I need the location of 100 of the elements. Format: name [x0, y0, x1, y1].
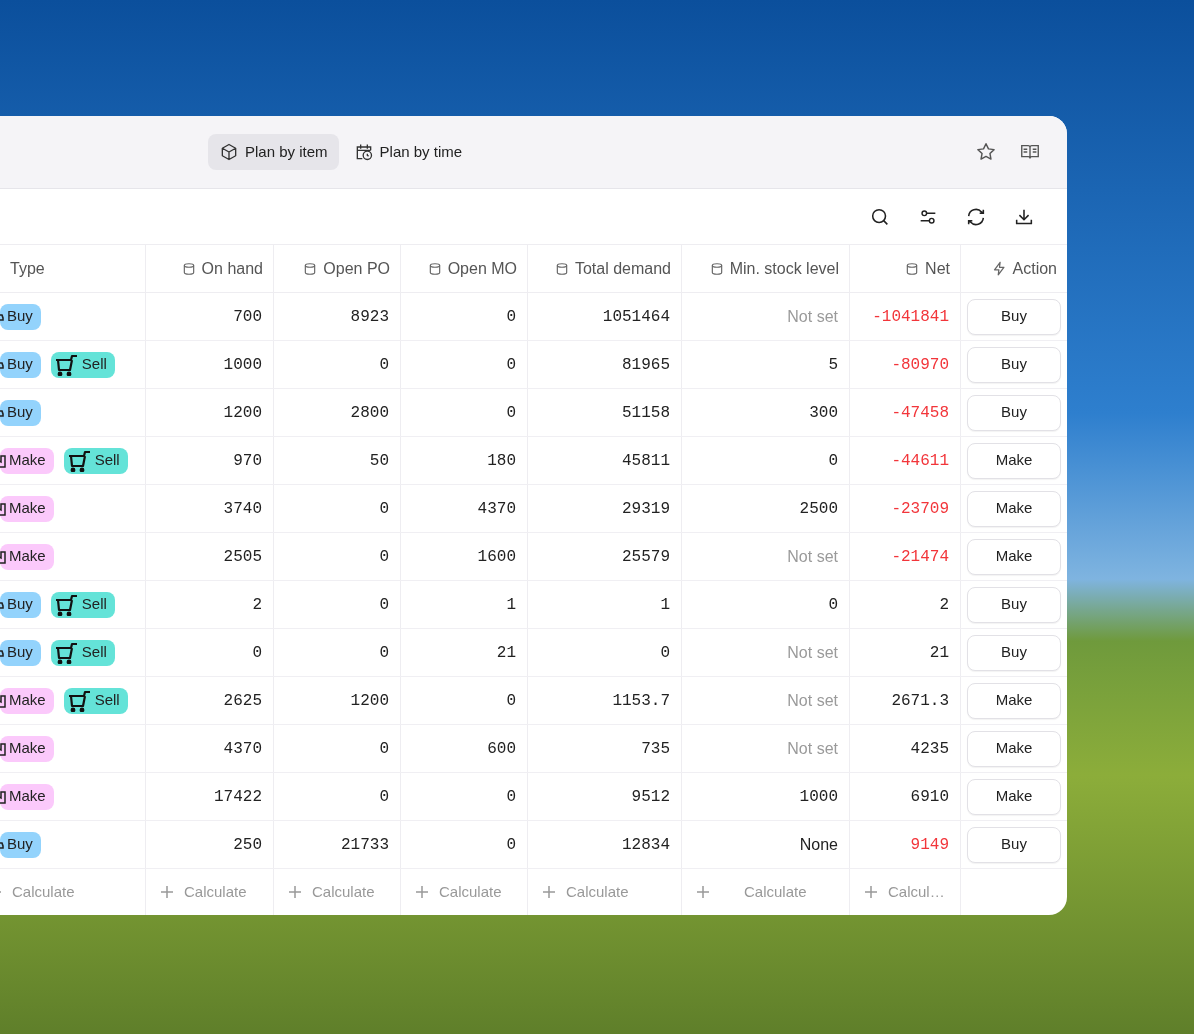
table-cell: Not set — [682, 293, 850, 340]
table-cell: 12834 — [528, 821, 682, 868]
table-cell: 0 — [274, 629, 401, 676]
table-cell: 45811 — [528, 437, 682, 484]
table-cell: -47458 — [850, 389, 961, 436]
table-cell: 1000 — [682, 773, 850, 820]
table-cell: -80970 — [850, 341, 961, 388]
type-tag: Sell — [50, 591, 115, 618]
table-cell: 29319 — [528, 485, 682, 532]
type-tag: Make — [0, 735, 54, 762]
type-tag: Buy — [0, 591, 41, 618]
table-cell: 4370 — [401, 485, 528, 532]
plus-icon — [696, 885, 710, 899]
table-cell: 735 — [528, 725, 682, 772]
table-cell: None — [682, 821, 850, 868]
table-cell: 0 — [274, 341, 401, 388]
table-cell: 51158 — [528, 389, 682, 436]
table-cell: -1041841 — [850, 293, 961, 340]
action-button[interactable]: Buy — [967, 394, 1061, 431]
cart-icon — [67, 689, 92, 712]
table-cell: 8923 — [274, 293, 401, 340]
action-button[interactable]: Buy — [967, 298, 1061, 335]
type-tag: Buy — [0, 639, 41, 666]
type-tag: Sell — [63, 687, 128, 714]
plus-icon — [160, 885, 174, 899]
action-button[interactable]: Make — [967, 778, 1061, 815]
table-cell: 0 — [682, 581, 850, 628]
table-cell: 2800 — [274, 389, 401, 436]
table-cell: 600 — [401, 725, 528, 772]
action-button[interactable]: Make — [967, 442, 1061, 479]
column-header[interactable]: Open PO — [274, 245, 401, 292]
action-button[interactable]: Make — [967, 682, 1061, 719]
table-cell: 1200 — [146, 389, 274, 436]
action-button[interactable]: Buy — [967, 634, 1061, 671]
database-icon — [554, 261, 569, 276]
table-cell: 0 — [401, 773, 528, 820]
column-header[interactable]: Type — [0, 245, 146, 292]
table-cell: 0 — [401, 821, 528, 868]
plus-icon — [288, 885, 302, 899]
table-cell: 21 — [401, 629, 528, 676]
cart-icon — [54, 641, 79, 664]
type-tag: Sell — [50, 351, 115, 378]
table-cell: 1153.7 — [528, 677, 682, 724]
table-cell: 2505 — [146, 533, 274, 580]
table-cell: 2625 — [146, 677, 274, 724]
table-cell: 5 — [682, 341, 850, 388]
database-icon — [905, 261, 920, 276]
table-cell: 180 — [401, 437, 528, 484]
column-header[interactable]: Min. stock level — [682, 245, 850, 292]
table-cell: 0 — [401, 341, 528, 388]
action-button[interactable]: Buy — [967, 826, 1061, 863]
table-cell: 21733 — [274, 821, 401, 868]
lightning-icon — [991, 261, 1007, 276]
table-cell: 9512 — [528, 773, 682, 820]
action-button[interactable]: Buy — [967, 346, 1061, 383]
database-icon — [181, 261, 196, 276]
column-header[interactable]: Open MO — [401, 245, 528, 292]
table-cell: 1 — [528, 581, 682, 628]
table-cell: 300 — [682, 389, 850, 436]
action-button[interactable]: Make — [967, 538, 1061, 575]
database-icon — [709, 261, 724, 276]
table-cell: 1600 — [401, 533, 528, 580]
column-header[interactable]: Total demand — [528, 245, 682, 292]
cube-icon — [219, 142, 239, 163]
table-cell: 1051464 — [528, 293, 682, 340]
table-cell: 970 — [146, 437, 274, 484]
table-cell: 2500 — [682, 485, 850, 532]
table-cell: 0 — [274, 581, 401, 628]
action-button[interactable]: Buy — [967, 586, 1061, 623]
table-cell: Not set — [682, 629, 850, 676]
table-cell: 0 — [274, 773, 401, 820]
action-button[interactable]: Make — [967, 730, 1061, 767]
table-cell: 25579 — [528, 533, 682, 580]
cart-icon — [54, 593, 79, 616]
table-cell: 17422 — [146, 773, 274, 820]
database-icon — [303, 261, 318, 276]
type-tag: Buy — [0, 303, 41, 330]
plus-icon — [415, 885, 429, 899]
table-cell: 2671.3 — [850, 677, 961, 724]
table-cell: 4235 — [850, 725, 961, 772]
view-tab[interactable]: Plan by item — [208, 134, 339, 171]
view-tab[interactable]: Plan by time — [342, 134, 474, 171]
type-tag: Buy — [0, 351, 41, 378]
table-cell: 21 — [850, 629, 961, 676]
type-tag: Sell — [50, 639, 115, 666]
table-cell: 0 — [274, 533, 401, 580]
type-tag: Make — [0, 447, 54, 474]
table-cell: 1000 — [146, 341, 274, 388]
type-tag: Make — [0, 783, 54, 810]
column-header[interactable]: Net — [850, 245, 961, 292]
table-cell: 0 — [274, 725, 401, 772]
table-cell: 0 — [401, 677, 528, 724]
plus-icon — [542, 885, 556, 899]
column-header[interactable]: Action — [961, 245, 1067, 292]
table-cell: 50 — [274, 437, 401, 484]
table-cell: -21474 — [850, 533, 961, 580]
action-button[interactable]: Make — [967, 490, 1061, 527]
type-tag: Make — [0, 495, 54, 522]
column-header[interactable]: On hand — [146, 245, 274, 292]
type-tag: Buy — [0, 399, 41, 426]
